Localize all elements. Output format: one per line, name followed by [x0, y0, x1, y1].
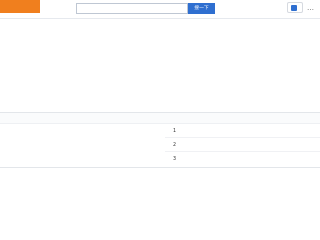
table-row: 1	[165, 125, 320, 138]
row-seq: 3	[173, 157, 177, 162]
more-icon[interactable]: …	[307, 4, 314, 12]
top-bar: 搜一下 …	[0, 0, 320, 16]
result-table: 1 2 3	[0, 112, 320, 168]
header-divider	[0, 18, 320, 19]
category-tag[interactable]	[0, 0, 40, 13]
table-row: 2	[165, 139, 320, 152]
top-right-controls: …	[287, 2, 314, 13]
table-row: 3	[165, 153, 320, 166]
row-seq: 2	[173, 143, 177, 148]
qr-button[interactable]	[287, 2, 303, 13]
search-input[interactable]	[76, 3, 188, 14]
row-seq: 1	[173, 129, 177, 134]
qr-icon	[291, 4, 297, 11]
search-button[interactable]: 搜一下	[188, 3, 215, 14]
table-header	[0, 113, 320, 124]
